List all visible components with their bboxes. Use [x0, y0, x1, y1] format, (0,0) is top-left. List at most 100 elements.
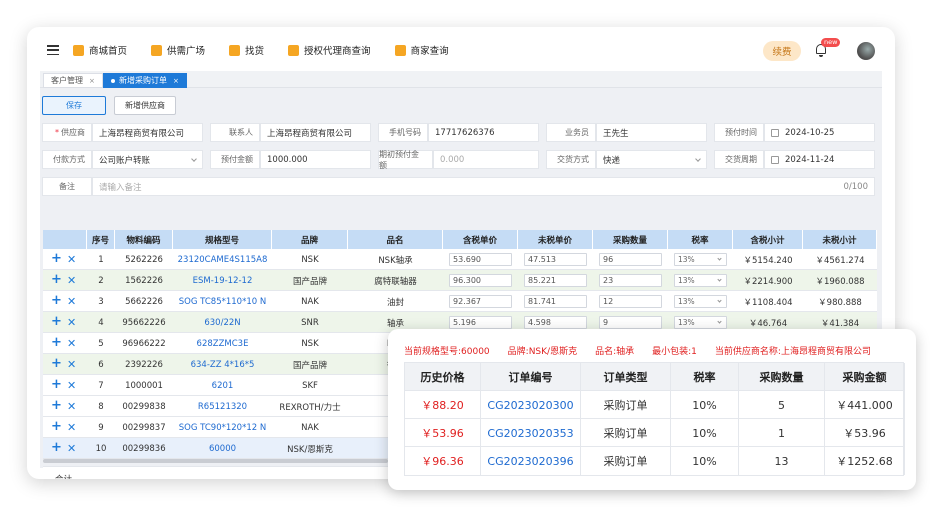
tab-customer-management[interactable]: 客户管理 ×: [43, 73, 103, 88]
nav-find-goods[interactable]: 找货: [229, 43, 264, 57]
nav-mall-home[interactable]: 商城首页: [73, 43, 127, 57]
add-row-icon[interactable]: +: [51, 419, 62, 434]
nav-agent-query[interactable]: 授权代理商查询: [288, 43, 371, 57]
tax-rate-select[interactable]: 13%: [674, 253, 727, 266]
order-cell[interactable]: CG2023020396: [481, 447, 581, 475]
chevron-down-icon: [717, 319, 722, 324]
avatar[interactable]: [857, 42, 875, 60]
no-cell: 1: [98, 254, 104, 265]
close-icon[interactable]: ×: [173, 77, 179, 85]
delete-row-icon[interactable]: ✕: [67, 421, 76, 434]
note-input[interactable]: 请输入备注 0/100: [92, 177, 875, 196]
model-cell[interactable]: 634-ZZ 4*16*5: [173, 354, 272, 375]
type-cell: 采购订单: [581, 419, 671, 447]
tax-rate-select[interactable]: 13%: [674, 295, 727, 308]
delete-row-icon[interactable]: ✕: [67, 253, 76, 266]
note-label: 备注: [42, 177, 92, 196]
save-button[interactable]: 保存: [42, 96, 106, 115]
no-cell: 6: [98, 359, 104, 370]
tax-rate-select[interactable]: 13%: [674, 316, 727, 329]
menu-icon[interactable]: [47, 45, 59, 55]
add-row-icon[interactable]: +: [51, 251, 62, 266]
sales-field[interactable]: 王先生: [596, 123, 707, 142]
period-field[interactable]: 2024-11-24: [764, 150, 875, 169]
nav-merchant-query[interactable]: 商家查询: [394, 43, 449, 57]
table-row: + ✕ 1 5262226 23120CAME4S115A8 NSK NSK轴承 53.690…: [43, 249, 877, 270]
table-row: + ✕ 2 1562226 ESM-19-12-12 国产品牌 腐特联轴器 96.300 85.…: [43, 270, 877, 291]
qty-input[interactable]: 96: [599, 253, 662, 266]
code-cell: 1562226: [125, 275, 163, 286]
model-cell[interactable]: SOG TC90*120*12 N: [173, 417, 272, 438]
pay-label: 付款方式: [42, 150, 92, 169]
preamount-field[interactable]: 1000.000: [260, 150, 371, 169]
phone-field[interactable]: 17717626376: [428, 123, 539, 142]
model-cell[interactable]: 23120CAME4S115A8: [173, 249, 272, 270]
close-icon[interactable]: ×: [89, 77, 95, 85]
delete-row-icon[interactable]: ✕: [67, 379, 76, 392]
tax-price-input[interactable]: 5.196: [449, 316, 512, 329]
brand-cell: NAK: [301, 422, 319, 433]
supplier-field[interactable]: 上海昂程商贸有限公司: [92, 123, 203, 142]
add-row-icon[interactable]: +: [51, 314, 62, 329]
column-header: 品名: [348, 230, 443, 249]
delivery-select[interactable]: 快递: [596, 150, 707, 169]
brand-cell: NSK: [301, 254, 319, 265]
tax-price-input[interactable]: 92.367: [449, 295, 512, 308]
model-cell[interactable]: 630/22N: [173, 312, 272, 333]
model-cell[interactable]: 6201: [173, 375, 272, 396]
add-row-icon[interactable]: +: [51, 356, 62, 371]
add-row-icon[interactable]: +: [51, 293, 62, 308]
price-cell: ￥88.20: [405, 391, 481, 419]
delete-row-icon[interactable]: ✕: [67, 337, 76, 350]
notax-price-input[interactable]: 85.221: [524, 274, 587, 287]
model-cell[interactable]: 60000: [173, 438, 272, 459]
info-min-pack: 最小包装:1: [652, 347, 697, 357]
qty-input[interactable]: 23: [599, 274, 662, 287]
delete-row-icon[interactable]: ✕: [67, 295, 76, 308]
contact-field[interactable]: 上海昂程商贸有限公司: [260, 123, 371, 142]
order-cell[interactable]: CG2023020300: [481, 391, 581, 419]
tax-price-input[interactable]: 53.690: [449, 253, 512, 266]
model-cell[interactable]: R65121320: [173, 396, 272, 417]
delete-row-icon[interactable]: ✕: [67, 442, 76, 455]
add-row-icon[interactable]: +: [51, 377, 62, 392]
qty-input[interactable]: 12: [599, 295, 662, 308]
add-row-icon[interactable]: +: [51, 440, 62, 455]
info-supplier: 当前供应商名称:上海昂程商贸有限公司: [714, 347, 871, 357]
megaphone-icon: [151, 44, 163, 56]
model-cell[interactable]: ESM-19-12-12: [173, 270, 272, 291]
notax-price-input[interactable]: 47.513: [524, 253, 587, 266]
notax-price-input[interactable]: 4.598: [524, 316, 587, 329]
add-row-icon[interactable]: +: [51, 398, 62, 413]
pretime-field[interactable]: 2024-10-25: [764, 123, 875, 142]
notax-price-input[interactable]: 81.741: [524, 295, 587, 308]
model-cell[interactable]: 628ZZMC3E: [173, 333, 272, 354]
column-header: 含税单价: [443, 230, 518, 249]
delete-row-icon[interactable]: ✕: [67, 358, 76, 371]
total-label: 合计: [55, 473, 72, 479]
horizontal-scrollbar[interactable]: [43, 459, 388, 463]
delete-row-icon[interactable]: ✕: [67, 316, 76, 329]
chevron-down-icon: [717, 298, 722, 303]
price-history-popup: 当前规格型号:60000 品牌:NSK/恩斯克 品名:轴承 最小包装:1 当前供…: [388, 329, 916, 490]
add-supplier-button[interactable]: 新增供应商: [114, 96, 176, 115]
pay-select[interactable]: 公司账户转账: [92, 150, 203, 169]
qty-input[interactable]: 9: [599, 316, 662, 329]
delete-row-icon[interactable]: ✕: [67, 274, 76, 287]
nav-supply-demand[interactable]: 供需广场: [151, 43, 205, 57]
delete-row-icon[interactable]: ✕: [67, 400, 76, 413]
brand-cell: NSK/恩斯克: [287, 444, 333, 455]
renew-button[interactable]: 续费: [763, 41, 801, 61]
contact-label: 联系人: [210, 123, 260, 142]
order-cell[interactable]: CG2023020353: [481, 419, 581, 447]
tab-new-purchase-order[interactable]: 新增采购订单 ×: [103, 73, 187, 88]
model-cell[interactable]: SOG TC85*110*10 N: [173, 291, 272, 312]
add-row-icon[interactable]: +: [51, 335, 62, 350]
add-row-icon[interactable]: +: [51, 272, 62, 287]
notax-sub-cell: ￥4561.274: [815, 255, 865, 266]
tax-price-input[interactable]: 96.300: [449, 274, 512, 287]
no-cell: 8: [98, 401, 104, 412]
brand-cell: NAK: [301, 296, 319, 307]
delivery-label: 交货方式: [546, 150, 596, 169]
tax-rate-select[interactable]: 13%: [674, 274, 727, 287]
